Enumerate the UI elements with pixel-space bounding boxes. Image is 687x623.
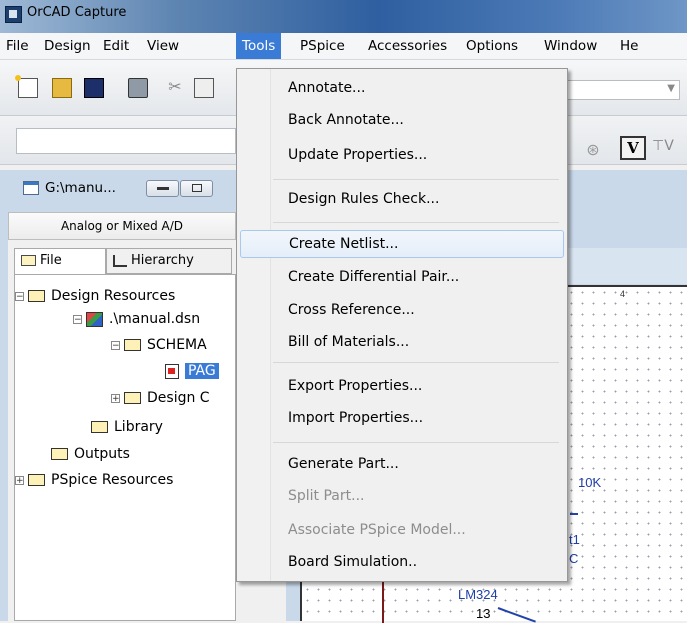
hierarchy-icon bbox=[113, 254, 127, 267]
menu-item-generate-part[interactable]: Generate Part... bbox=[240, 450, 564, 478]
design-file-icon bbox=[86, 311, 103, 327]
save-disk-icon[interactable] bbox=[84, 78, 104, 98]
tree-label: Design Resources bbox=[51, 288, 176, 304]
new-file-icon[interactable] bbox=[15, 75, 38, 98]
wire bbox=[570, 513, 578, 515]
copy-icon[interactable] bbox=[194, 78, 214, 98]
menu-help[interactable]: He bbox=[614, 33, 644, 59]
tree-item-design-file[interactable]: − .\manual.dsn bbox=[73, 308, 200, 330]
tree-item-design-resources[interactable]: − Design Resources bbox=[15, 285, 175, 307]
expand-icon[interactable]: + bbox=[15, 475, 24, 485]
menu-item-cross-reference[interactable]: Cross Reference... bbox=[240, 296, 564, 324]
tree-item-outputs[interactable]: Outputs bbox=[51, 443, 130, 465]
tree-label: .\manual.dsn bbox=[109, 311, 201, 327]
component-pin-label: C bbox=[569, 551, 579, 566]
menu-item-board-simulation[interactable]: Board Simulation.. bbox=[240, 548, 564, 576]
minimize-icon bbox=[157, 187, 169, 190]
folder-icon bbox=[124, 392, 141, 404]
voltage-marker-button[interactable]: V bbox=[620, 136, 646, 160]
menu-item-create-netlist[interactable]: Create Netlist... bbox=[240, 230, 564, 258]
project-window-title: G:\manu... bbox=[45, 180, 116, 196]
restore-button[interactable] bbox=[180, 180, 213, 197]
menu-item-associate-pspice-model: Associate PSpice Model... bbox=[288, 522, 466, 538]
tree-label: Library bbox=[114, 419, 163, 435]
collapse-icon[interactable]: − bbox=[15, 291, 24, 301]
open-folder-icon bbox=[124, 339, 141, 351]
chevron-down-icon[interactable]: ▼ bbox=[667, 83, 675, 94]
tree-label: SCHEMA bbox=[147, 337, 207, 353]
tree-item-schematic[interactable]: − SCHEMA bbox=[111, 334, 207, 356]
menu-pspice[interactable]: PSpice bbox=[294, 33, 351, 59]
menu-separator bbox=[273, 362, 559, 363]
menu-separator bbox=[273, 179, 559, 180]
tree-item-design-cache[interactable]: + Design C bbox=[111, 387, 210, 409]
menu-accessories[interactable]: Accessories bbox=[362, 33, 453, 59]
probe-marker-icon[interactable]: ⊛ bbox=[582, 139, 604, 161]
part-combo-box[interactable]: ▼ bbox=[560, 80, 680, 100]
menu-item-design-rules-check[interactable]: Design Rules Check... bbox=[240, 185, 564, 213]
opamp-part-label: LM324 bbox=[458, 587, 498, 602]
menu-bar: File Design Edit View Tools PSpice Acces… bbox=[0, 33, 687, 60]
tree-label: Design C bbox=[147, 390, 210, 406]
orcad-app-icon[interactable] bbox=[5, 6, 22, 23]
menu-window[interactable]: Window bbox=[538, 33, 603, 59]
menu-item-bill-of-materials[interactable]: Bill of Materials... bbox=[240, 328, 564, 356]
menu-file[interactable]: File bbox=[0, 33, 35, 59]
tree-label: Outputs bbox=[74, 446, 130, 462]
wire bbox=[382, 577, 384, 623]
menu-item-annotate[interactable]: Annotate... bbox=[240, 74, 564, 102]
collapse-icon[interactable]: − bbox=[73, 314, 82, 324]
folder-icon bbox=[91, 421, 108, 433]
cut-scissors-icon[interactable]: ✂ bbox=[166, 78, 184, 96]
tree-item-library[interactable]: Library bbox=[91, 416, 163, 438]
tab-file[interactable]: File bbox=[14, 248, 106, 274]
project-window-icon bbox=[23, 181, 39, 195]
menu-edit[interactable]: Edit bbox=[97, 33, 135, 59]
tree-label-selected: PAG bbox=[185, 363, 219, 379]
tools-dropdown-menu: Annotate... Back Annotate... Update Prop… bbox=[236, 68, 568, 582]
tab-file-label: File bbox=[40, 253, 62, 268]
folder-icon bbox=[51, 448, 68, 460]
menu-item-export-properties[interactable]: Export Properties... bbox=[240, 372, 564, 400]
folder-icon bbox=[28, 290, 45, 302]
pin-number-label: 13 bbox=[476, 606, 491, 621]
menu-separator bbox=[273, 442, 559, 443]
component-ref-label: t1 bbox=[569, 532, 580, 547]
menu-item-split-part: Split Part... bbox=[288, 488, 365, 504]
print-icon[interactable] bbox=[128, 78, 148, 98]
title-bar: OrCAD Capture bbox=[0, 0, 687, 33]
tree-item-pspice-resources[interactable]: + PSpice Resources bbox=[15, 469, 173, 491]
minimize-button[interactable] bbox=[146, 180, 179, 197]
menu-item-create-differential-pair[interactable]: Create Differential Pair... bbox=[240, 263, 564, 291]
voltage-differential-icon[interactable]: ⊤V bbox=[652, 138, 674, 154]
collapse-icon[interactable]: − bbox=[111, 340, 120, 350]
analysis-context-label: Analog or Mixed A/D bbox=[8, 212, 236, 240]
menu-item-back-annotate[interactable]: Back Annotate... bbox=[240, 106, 564, 134]
menu-item-import-properties[interactable]: Import Properties... bbox=[240, 404, 564, 432]
folder-icon bbox=[28, 474, 45, 486]
menu-item-update-properties[interactable]: Update Properties... bbox=[240, 141, 564, 169]
menu-view[interactable]: View bbox=[141, 33, 185, 59]
expand-icon[interactable]: + bbox=[111, 393, 120, 403]
project-tree: − Design Resources − .\manual.dsn − SCHEMA … bbox=[14, 274, 236, 621]
tree-item-page[interactable]: PAG bbox=[165, 360, 219, 382]
open-folder-icon[interactable] bbox=[52, 78, 72, 98]
menu-options[interactable]: Options bbox=[460, 33, 524, 59]
tree-label: PSpice Resources bbox=[51, 472, 174, 488]
toolbar-search-field[interactable] bbox=[16, 128, 236, 154]
resistor-value-label: 10K bbox=[578, 475, 602, 490]
schematic-page-icon bbox=[165, 363, 179, 379]
ruler-mark: 4 bbox=[620, 289, 626, 299]
menu-design[interactable]: Design bbox=[38, 33, 97, 59]
tab-hierarchy[interactable]: Hierarchy bbox=[106, 248, 232, 274]
window-title: OrCAD Capture bbox=[27, 5, 127, 20]
restore-icon bbox=[192, 184, 202, 192]
tab-hierarchy-label: Hierarchy bbox=[131, 253, 194, 268]
menu-tools[interactable]: Tools bbox=[236, 33, 282, 59]
folder-icon bbox=[21, 255, 36, 266]
menu-separator bbox=[273, 222, 559, 223]
opamp-triangle-edge bbox=[497, 607, 536, 623]
